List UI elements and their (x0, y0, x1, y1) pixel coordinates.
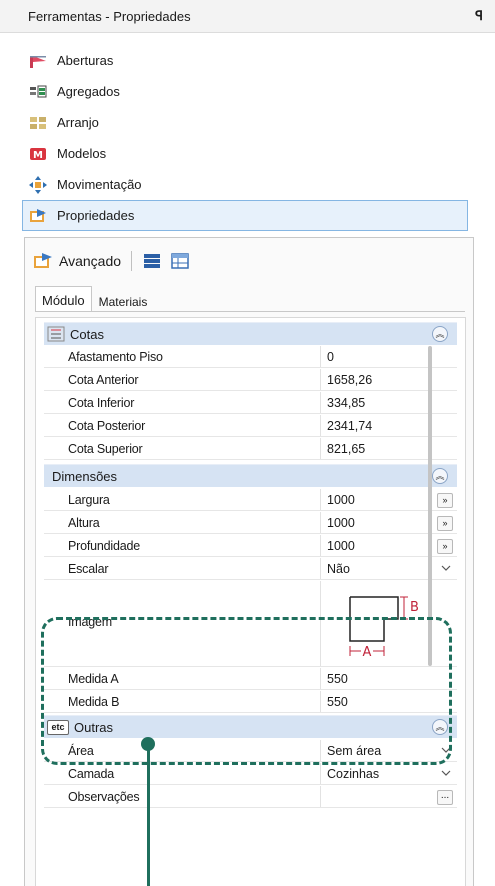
nav-item-agregados[interactable]: Agregados (22, 76, 468, 107)
move-arrows-icon (29, 175, 47, 194)
property-row[interactable]: Cota Inferior 334,85 (44, 392, 457, 414)
property-name: Afastamento Piso (68, 350, 163, 364)
column-divider (320, 392, 321, 413)
property-value[interactable]: 1000 (327, 516, 355, 530)
property-value[interactable]: 334,85 (327, 396, 365, 410)
tools-nav-list: Aberturas Agregados Arranjo M Modelos Mo… (22, 45, 468, 231)
nav-item-label: Agregados (57, 84, 120, 99)
ellipsis-button[interactable]: ... (437, 790, 453, 805)
category-cotas[interactable]: Cotas ︽ (44, 322, 457, 345)
property-row[interactable]: Profundidade 1000 » (44, 535, 457, 557)
property-value[interactable]: 1000 (327, 493, 355, 507)
collapse-icon[interactable]: ︽ (432, 468, 448, 484)
door-opening-icon (29, 52, 47, 70)
nav-item-label: Propriedades (57, 208, 135, 223)
column-divider (320, 558, 321, 579)
nav-item-label: Movimentação (57, 177, 142, 192)
advanced-properties-icon (33, 252, 53, 270)
property-name: Cota Anterior (68, 373, 139, 387)
expand-button[interactable]: » (437, 493, 453, 508)
table-view-icon[interactable] (170, 252, 190, 270)
category-label: Dimensões (52, 468, 118, 484)
column-divider (320, 489, 321, 510)
nav-item-arranjo[interactable]: Arranjo (22, 107, 468, 138)
property-name: Observações (68, 790, 140, 804)
property-value[interactable]: 0 (327, 350, 334, 364)
properties-panel: Avançado Módulo Materiais Cotas ︽ Afasta… (24, 237, 474, 886)
property-value[interactable]: Não (327, 562, 350, 576)
properties-icon (29, 207, 47, 225)
property-value[interactable]: 821,65 (327, 442, 365, 456)
models-icon: M (29, 145, 47, 163)
categorized-view-icon[interactable] (142, 252, 162, 270)
column-divider (320, 786, 321, 807)
column-divider (320, 763, 321, 784)
property-name: Largura (68, 493, 110, 507)
property-row[interactable]: Camada Cozinhas (44, 763, 457, 785)
dimensions-ruler-icon (47, 326, 65, 342)
advanced-label: Avançado (59, 253, 122, 269)
property-row[interactable]: Observações ... (44, 786, 457, 808)
dimension-b-label: B (410, 600, 419, 615)
tab-materiais[interactable]: Materiais (92, 286, 155, 312)
window-title: Ferramentas - Propriedades (28, 9, 191, 24)
property-row[interactable]: Escalar Não (44, 558, 457, 580)
property-row[interactable]: Altura 1000 » (44, 512, 457, 534)
tab-divider (35, 311, 465, 312)
property-name: Altura (68, 516, 100, 530)
chevron-down-icon[interactable] (441, 768, 451, 778)
svg-text:M: M (33, 150, 43, 161)
property-value[interactable]: 2341,74 (327, 419, 372, 433)
expand-button[interactable]: » (437, 516, 453, 531)
pin-icon[interactable]: ꟼ (475, 8, 483, 24)
nav-item-propriedades[interactable]: Propriedades (22, 200, 468, 231)
property-name: Escalar (68, 562, 109, 576)
property-value[interactable]: 1000 (327, 539, 355, 553)
property-name: Cota Posterior (68, 419, 146, 433)
property-name: Profundidade (68, 539, 140, 553)
column-divider (320, 535, 321, 556)
property-value[interactable]: 1658,26 (327, 373, 372, 387)
tab-modulo[interactable]: Módulo (35, 286, 92, 312)
property-name: Cota Superior (68, 442, 143, 456)
property-row[interactable]: Largura 1000 » (44, 489, 457, 511)
property-value[interactable]: Cozinhas (327, 767, 379, 781)
expand-button[interactable]: » (437, 539, 453, 554)
highlight-dashed-box (41, 617, 452, 765)
category-label: Cotas (70, 326, 104, 342)
aggregates-icon (29, 83, 47, 101)
nav-item-movimentacao[interactable]: Movimentação (22, 169, 468, 200)
category-dimensoes[interactable]: Dimensões ︽ (44, 464, 457, 487)
toolbar-separator (131, 251, 133, 271)
column-divider (320, 438, 321, 459)
property-row[interactable]: Afastamento Piso 0 (44, 346, 457, 368)
property-row[interactable]: Cota Anterior 1658,26 (44, 369, 457, 391)
nav-item-label: Modelos (57, 146, 107, 161)
chevron-down-icon[interactable] (441, 563, 451, 573)
column-divider (320, 415, 321, 436)
nav-item-aberturas[interactable]: Aberturas (22, 45, 468, 76)
property-grid: Cotas ︽ Afastamento Piso 0 Cota Anterior… (35, 317, 466, 886)
collapse-icon[interactable]: ︽ (432, 326, 448, 342)
nav-item-label: Aberturas (57, 53, 114, 68)
panel-toolbar: Avançado (33, 248, 198, 274)
arrangement-icon (29, 114, 47, 132)
column-divider (320, 369, 321, 390)
property-row[interactable]: Cota Superior 821,65 (44, 438, 457, 460)
nav-item-modelos[interactable]: M Modelos (22, 138, 468, 169)
property-name: Cota Inferior (68, 396, 135, 410)
property-name: Camada (68, 767, 115, 781)
panel-tabs: Módulo Materiais (35, 286, 154, 312)
panel-titlebar: Ferramentas - Propriedades ꟼ (0, 0, 495, 33)
property-row[interactable]: Cota Posterior 2341,74 (44, 415, 457, 437)
annotation-leader-line (147, 744, 150, 886)
nav-item-label: Arranjo (57, 115, 99, 130)
column-divider (320, 346, 321, 367)
column-divider (320, 512, 321, 533)
